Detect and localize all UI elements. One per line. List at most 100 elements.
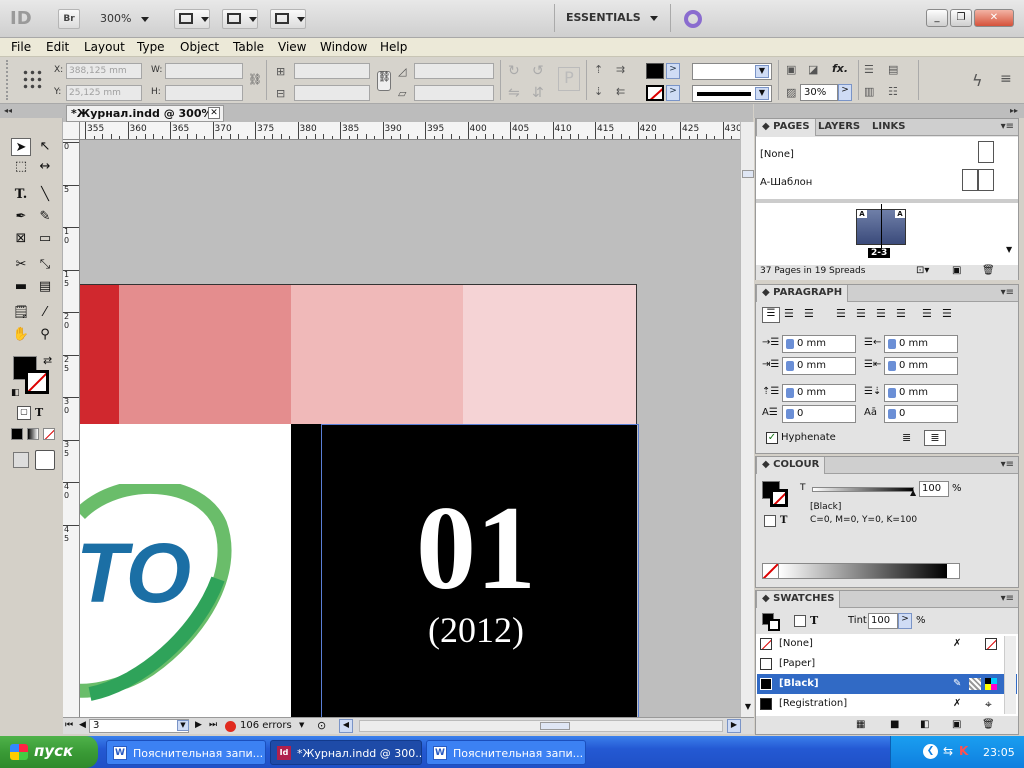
horizontal-scrollbar[interactable] — [359, 720, 723, 732]
master-a-thumb-right[interactable] — [978, 169, 994, 191]
scale-x-field[interactable] — [294, 63, 370, 79]
master-a[interactable]: A-Шаблон — [760, 177, 812, 188]
direct-selection-tool-icon[interactable]: ↖ — [35, 138, 55, 156]
quick-apply-icon[interactable]: ϟ — [972, 71, 983, 90]
formatting-text-icon[interactable]: T — [810, 614, 818, 627]
control-panel-menu-icon[interactable]: ≡ — [1000, 71, 1012, 87]
new-page-icon[interactable]: ▣ — [952, 265, 961, 276]
tab-colour[interactable]: ◆ COLOUR — [756, 457, 826, 474]
opacity-field[interactable]: 30% — [800, 84, 838, 101]
menu-layout[interactable]: Layout — [84, 40, 125, 54]
menu-view[interactable]: View — [278, 40, 306, 54]
type-tool-icon[interactable]: T. — [11, 186, 31, 204]
tab-pages[interactable]: ◆ PAGES — [756, 119, 816, 136]
scroll-down-icon[interactable]: ▼ — [1006, 245, 1012, 254]
align-towards-spine-icon[interactable]: ☰ — [922, 307, 932, 320]
page-size-icon[interactable]: ⊡▾ — [916, 265, 929, 276]
tab-swatches[interactable]: ◆ SWATCHES — [756, 591, 841, 608]
rectangle-tool-icon[interactable]: ▭ — [35, 230, 55, 248]
page-upper[interactable] — [80, 284, 637, 424]
h-field[interactable] — [165, 85, 243, 101]
x-field[interactable]: 388,125 mm — [66, 63, 142, 79]
fill-dropdown-button[interactable]: > — [666, 63, 680, 79]
scroll-right-icon[interactable]: ▶ — [727, 719, 741, 733]
apply-color-icon[interactable] — [11, 428, 23, 440]
panel-menu-icon[interactable]: ▾≡ — [1001, 459, 1014, 470]
swatch-item-paper[interactable]: [Paper] — [757, 654, 1017, 674]
apply-gradient-icon[interactable] — [27, 428, 39, 440]
stroke-color-icon[interactable] — [25, 370, 49, 394]
new-swatch-icon[interactable]: ▣ — [952, 719, 961, 730]
pen-tool-icon[interactable]: ✒ — [11, 208, 31, 226]
antivirus-icon[interactable]: K — [959, 744, 968, 758]
constrain-scale-icon[interactable]: ⛓ — [377, 71, 391, 91]
hand-tool-icon[interactable]: ✋ — [11, 326, 31, 344]
hyphenate-checkbox[interactable]: ✓ — [766, 432, 778, 444]
menu-edit[interactable]: Edit — [46, 40, 69, 54]
stroke-dropdown-button[interactable]: > — [666, 85, 680, 101]
next-page-icon[interactable]: ▶ — [195, 720, 202, 730]
stroke-weight-select[interactable]: ▼ — [692, 63, 772, 80]
constrain-proportions-icon[interactable]: ⛓ — [248, 73, 262, 86]
tab-layers[interactable]: LAYERS — [818, 121, 860, 132]
select-container-icon[interactable]: ⇡ — [594, 63, 603, 76]
first-line-indent-field[interactable]: 0 mm — [782, 357, 856, 375]
master-a-thumb-left[interactable] — [962, 169, 978, 191]
colour-stroke-icon[interactable] — [770, 489, 788, 507]
page-number-field[interactable]: 3 — [89, 719, 189, 733]
tint-field[interactable]: 100 — [919, 481, 949, 497]
scroll-thumb[interactable] — [540, 722, 570, 730]
apply-none-icon[interactable] — [43, 428, 55, 440]
y-field[interactable]: 25,125 mm — [66, 85, 142, 101]
spread-thumbnail[interactable]: A A — [856, 204, 906, 252]
scroll-down-icon[interactable]: ▼ — [742, 702, 754, 714]
black-panel[interactable]: 01 (2012) — [291, 424, 639, 717]
toolbox-collapse-bar[interactable]: ◂◂ — [0, 104, 63, 118]
drop-cap-chars-field[interactable]: 0 — [884, 405, 958, 423]
align-baseline-icon[interactable]: ≣ — [924, 430, 946, 446]
swatch-item-none[interactable]: [None] ✗ — [757, 634, 1017, 654]
right-indent-field[interactable]: 0 mm — [884, 335, 958, 353]
open-document-icon[interactable]: ⊙ — [317, 719, 326, 732]
last-line-indent-field[interactable]: 0 mm — [884, 357, 958, 375]
network-icon[interactable]: ⇆ — [943, 744, 953, 758]
rectangle-frame-tool-icon[interactable]: ⊠ — [11, 230, 31, 248]
formatting-text-icon[interactable]: T — [780, 515, 787, 526]
justify-right-icon[interactable]: ☰ — [876, 307, 886, 320]
rotate-ccw-icon[interactable]: ↺ — [532, 63, 544, 79]
scissors-tool-icon[interactable]: ✂ — [11, 256, 31, 274]
workspace-switcher[interactable]: ESSENTIALS — [566, 11, 659, 24]
chevron-down-icon[interactable]: ▼ — [299, 721, 304, 729]
space-before-field[interactable]: 0 mm — [782, 384, 856, 402]
menu-table[interactable]: Table — [233, 40, 264, 54]
master-none[interactable]: [None] — [760, 149, 794, 160]
swap-colors-icon[interactable]: ⇄ — [43, 354, 52, 367]
document-tab[interactable]: *Журнал.indd @ 300% ✕ — [66, 105, 224, 122]
start-button[interactable]: пуск — [0, 736, 98, 768]
formatting-container-icon[interactable]: ▢ — [17, 406, 31, 420]
menu-help[interactable]: Help — [380, 40, 407, 54]
w-field[interactable] — [165, 63, 243, 79]
pencil-tool-icon[interactable]: ✎ — [35, 208, 55, 226]
taskbar-item-word-2[interactable]: W Пояснительная запи... — [426, 740, 586, 765]
formatting-container-icon[interactable] — [794, 615, 806, 627]
stroke-type-select[interactable]: ▼ — [692, 85, 772, 102]
formatting-container-icon[interactable] — [764, 515, 776, 527]
drop-cap-lines-field[interactable]: 0 — [782, 405, 856, 423]
swatch-item-registration[interactable]: [Registration] ✗ ⌖ — [757, 694, 1017, 714]
default-colors-icon[interactable]: ◧ — [11, 388, 20, 398]
left-indent-field[interactable]: 0 mm — [782, 335, 856, 353]
effects-shadow-icon[interactable]: ◪ — [808, 63, 818, 76]
swatch-tint-field[interactable]: 100 — [868, 613, 898, 629]
align-right-icon[interactable]: ☰ — [804, 307, 814, 320]
justify-center-icon[interactable]: ☰ — [856, 307, 866, 320]
panel-menu-icon[interactable]: ▾≡ — [1001, 287, 1014, 298]
menu-object[interactable]: Object — [180, 40, 219, 54]
flip-vertical-icon[interactable]: ⇵ — [532, 85, 544, 101]
opacity-dropdown-button[interactable]: > — [838, 84, 852, 101]
text-wrap-shape-icon[interactable]: ▥ — [864, 85, 874, 98]
line-tool-icon[interactable]: ╲ — [35, 186, 55, 204]
menu-file[interactable]: File — [11, 40, 31, 54]
screen-mode-button[interactable] — [222, 9, 258, 29]
tray-expand-icon[interactable]: ❮ — [923, 744, 938, 759]
